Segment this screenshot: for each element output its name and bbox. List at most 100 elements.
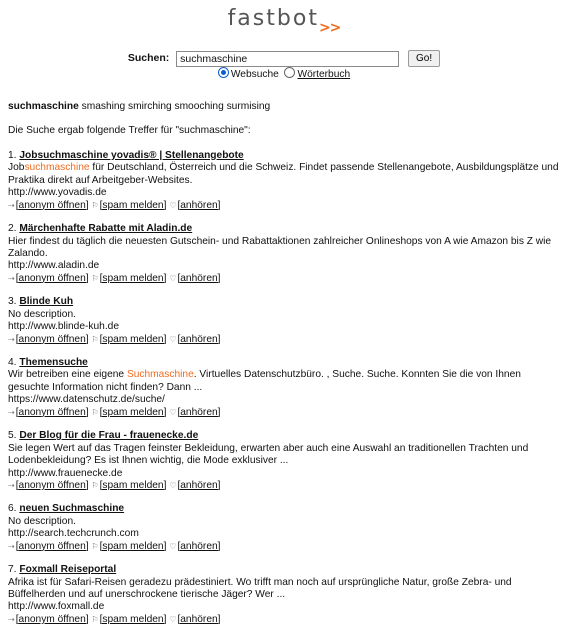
woerterbuch-link[interactable]: Wörterbuch	[297, 69, 350, 80]
result-description: Afrika ist für Safari-Reisen geradezu pr…	[8, 577, 564, 602]
search-input[interactable]	[176, 50, 400, 67]
open-arrow-icon: ⇢	[8, 480, 15, 490]
spam-melden-link[interactable]: [spam melden]	[100, 541, 167, 552]
anonym-oeffnen-link[interactable]: [anonym öffnen]	[16, 273, 89, 284]
desc-text: Sie legen Wert auf das Tragen feinster B…	[8, 442, 529, 467]
speaker-icon: ♡	[169, 407, 177, 417]
result-description: No description.	[8, 516, 564, 528]
site-logo[interactable]: fastbot>>	[0, 6, 568, 36]
anonym-oeffnen-link[interactable]: [anonym öffnen]	[16, 200, 89, 211]
result-actions: ⇢[anonym öffnen] ⚐[spam melden] ♡[anhöre…	[8, 614, 564, 626]
search-label: Suchen:	[127, 52, 170, 65]
open-arrow-icon: ⇢	[8, 200, 15, 210]
spam-melden-link[interactable]: [spam melden]	[100, 614, 167, 625]
result-title: 4. Themensuche	[8, 357, 564, 369]
suggestions-line: suchmaschine smashing smirching smoochin…	[8, 101, 564, 113]
spam-melden-link[interactable]: [spam melden]	[100, 334, 167, 345]
woerterbuch-radio[interactable]	[284, 67, 296, 78]
speaker-icon: ♡	[169, 200, 177, 210]
spam-flag-icon: ⚐	[91, 407, 99, 417]
desc-text: Afrika ist für Safari-Reisen geradezu pr…	[8, 576, 512, 600]
websuche-radio[interactable]	[217, 67, 229, 78]
result-title: 5. Der Blog für die Frau - frauenecke.de	[8, 430, 564, 442]
result-description: Wir betreiben eine eigene Suchmaschine. …	[8, 369, 564, 394]
desc-highlight: Suchmaschine	[126, 369, 194, 381]
anonym-oeffnen-link[interactable]: [anonym öffnen]	[16, 407, 89, 418]
anhoeren-link[interactable]: [anhören]	[177, 480, 220, 491]
spam-melden-link[interactable]: [spam melden]	[100, 273, 167, 284]
anonym-oeffnen-link[interactable]: [anonym öffnen]	[16, 614, 89, 625]
anhoeren-link[interactable]: [anhören]	[177, 407, 220, 418]
open-arrow-icon: ⇢	[8, 541, 15, 551]
result-number: 4.	[8, 357, 17, 368]
result-title-link[interactable]: neuen Suchmaschine	[19, 503, 124, 514]
result-title-link[interactable]: Jobsuchmaschine yovadis® | Stellenangebo…	[19, 150, 243, 161]
result-url: http://search.techcrunch.com	[8, 528, 139, 540]
open-arrow-icon: ⇢	[8, 334, 15, 344]
anonym-oeffnen-link[interactable]: [anonym öffnen]	[16, 541, 89, 552]
logo-part-bot: bot	[276, 6, 319, 31]
result-description: Hier findest du täglich die neuesten Gut…	[8, 236, 564, 261]
websuche-label[interactable]: Websuche	[231, 69, 279, 80]
result-url: http://www.foxmall.de	[8, 601, 105, 613]
result-title-link[interactable]: Blinde Kuh	[19, 296, 73, 307]
logo-text: fastbot>>	[227, 6, 342, 36]
spam-melden-link[interactable]: [spam melden]	[100, 407, 167, 418]
suggestion-alternatives: smashing smirching smooching surmising	[81, 101, 271, 112]
spam-flag-icon: ⚐	[91, 200, 99, 210]
anonym-oeffnen-link[interactable]: [anonym öffnen]	[16, 334, 89, 345]
result-description: Sie legen Wert auf das Tragen feinster B…	[8, 443, 564, 468]
result-title-link[interactable]: Foxmall Reiseportal	[19, 564, 116, 575]
result-item: 1. Jobsuchmaschine yovadis® | Stellenang…	[8, 150, 564, 212]
result-number: 3.	[8, 296, 17, 308]
spam-flag-icon: ⚐	[91, 334, 99, 344]
result-title: 7. Foxmall Reiseportal	[8, 564, 564, 576]
result-url: http://www.yovadis.de	[8, 187, 107, 199]
result-actions: ⇢[anonym öffnen] ⚐[spam melden] ♡[anhöre…	[8, 541, 564, 553]
result-title-link[interactable]: Märchenhafte Rabatte mit Aladin.de	[19, 223, 192, 234]
results-intro: Die Suche ergab folgende Treffer für "su…	[8, 125, 251, 137]
result-item: 4. Themensuche Wir betreiben eine eigene …	[8, 357, 564, 419]
desc-text: No description.	[8, 308, 76, 320]
result-number: 7.	[8, 564, 17, 576]
result-number: 1.	[8, 149, 17, 161]
go-button[interactable]: Go!	[407, 50, 441, 67]
open-arrow-icon: ⇢	[8, 407, 15, 417]
search-bar: Suchen: Go!	[0, 50, 568, 67]
result-title-link[interactable]: Themensuche	[19, 357, 88, 368]
result-item: 2. Märchenhafte Rabatte mit Aladin.de Hie…	[8, 223, 564, 285]
result-url: http://www.blinde-kuh.de	[8, 321, 119, 333]
desc-text: No description.	[8, 515, 76, 527]
result-url: https://www.datenschutz.de/suche/	[8, 394, 165, 406]
result-actions: ⇢[anonym öffnen] ⚐[spam melden] ♡[anhöre…	[8, 200, 564, 212]
result-item: 3. Blinde Kuh No description. http://www.b…	[8, 296, 564, 346]
spam-flag-icon: ⚐	[91, 273, 99, 283]
open-arrow-icon: ⇢	[8, 273, 15, 283]
result-url: http://www.frauenecke.de	[8, 467, 123, 479]
anhoeren-link[interactable]: [anhören]	[177, 200, 220, 211]
result-number: 6.	[8, 503, 17, 515]
result-title-link[interactable]: Der Blog für die Frau - frauenecke.de	[19, 430, 198, 441]
result-actions: ⇢[anonym öffnen] ⚐[spam melden] ♡[anhöre…	[8, 480, 564, 492]
spam-melden-link[interactable]: [spam melden]	[100, 200, 167, 211]
speaker-icon: ♡	[169, 480, 177, 490]
result-number: 5.	[8, 430, 17, 442]
speaker-icon: ♡	[169, 334, 177, 344]
logo-part-fast: fast	[227, 6, 277, 31]
speaker-icon: ♡	[169, 273, 177, 283]
desc-text: Hier findest du täglich die neuesten Gut…	[8, 235, 552, 259]
result-title: 6. neuen Suchmaschine	[8, 503, 564, 515]
open-arrow-icon: ⇢	[8, 614, 15, 624]
desc-text-rest: für Deutschland, Österreich und die Schw…	[8, 162, 559, 186]
result-item: 6. neuen Suchmaschine No description. http…	[8, 503, 564, 553]
anhoeren-link[interactable]: [anhören]	[177, 541, 220, 552]
spam-flag-icon: ⚐	[91, 480, 99, 490]
anonym-oeffnen-link[interactable]: [anonym öffnen]	[16, 480, 89, 491]
anhoeren-link[interactable]: [anhören]	[177, 614, 220, 625]
anhoeren-link[interactable]: [anhören]	[177, 273, 220, 284]
anhoeren-link[interactable]: [anhören]	[177, 334, 220, 345]
result-actions: ⇢[anonym öffnen] ⚐[spam melden] ♡[anhöre…	[8, 407, 564, 419]
spam-melden-link[interactable]: [spam melden]	[100, 480, 167, 491]
result-description: Jobsuchmaschine für Deutschland, Österre…	[8, 162, 564, 187]
search-mode-selector: Websuche Wörterbuch	[0, 67, 568, 81]
